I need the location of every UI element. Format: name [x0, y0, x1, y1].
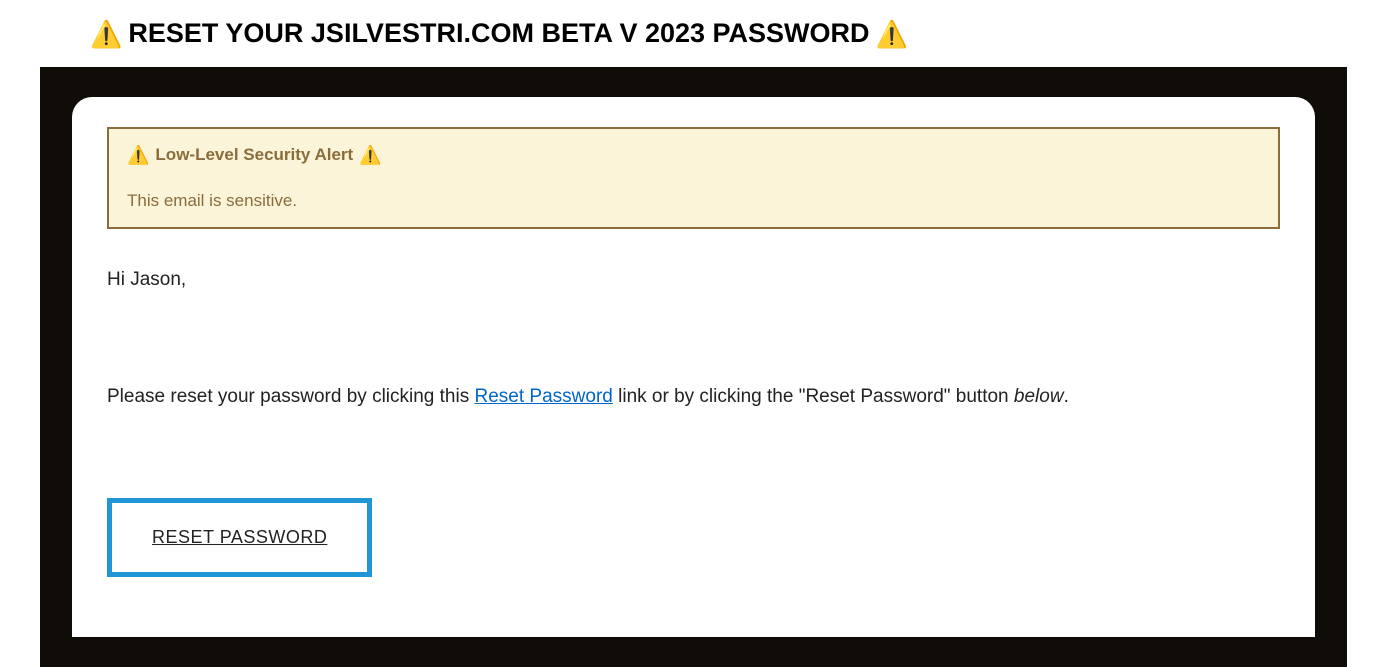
instruction-suffix: .	[1064, 386, 1069, 407]
greeting-text: Hi Jason,	[107, 269, 1280, 291]
warning-icon: ⚠️	[359, 146, 381, 164]
email-card: ⚠️ Low-Level Security Alert ⚠️ This emai…	[72, 97, 1315, 637]
warning-icon: ⚠️	[127, 146, 149, 164]
alert-title-text: Low-Level Security Alert	[155, 145, 353, 165]
page-title-text: RESET YOUR JSILVESTRI.COM BETA V 2023 PA…	[128, 18, 869, 49]
instruction-emphasis: below	[1014, 386, 1064, 407]
warning-icon: ⚠️	[876, 21, 908, 47]
email-frame: ⚠️ Low-Level Security Alert ⚠️ This emai…	[40, 67, 1347, 667]
warning-icon: ⚠️	[90, 21, 122, 47]
instruction-middle: link or by clicking the "Reset Password"…	[613, 386, 1014, 407]
alert-title: ⚠️ Low-Level Security Alert ⚠️	[127, 145, 1260, 165]
alert-body-text: This email is sensitive.	[127, 191, 1260, 211]
reset-password-button[interactable]: RESET PASSWORD	[107, 498, 372, 577]
security-alert-box: ⚠️ Low-Level Security Alert ⚠️ This emai…	[107, 127, 1280, 229]
instruction-prefix: Please reset your password by clicking t…	[107, 386, 475, 407]
reset-password-link[interactable]: Reset Password	[475, 386, 613, 407]
page-title: ⚠️ RESET YOUR JSILVESTRI.COM BETA V 2023…	[0, 0, 1387, 67]
instruction-text: Please reset your password by clicking t…	[107, 386, 1280, 408]
